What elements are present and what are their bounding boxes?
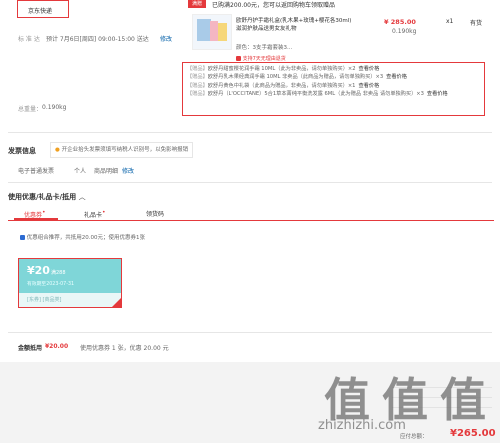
combo-recommend[interactable]: 优惠组合推荐，共抵用20.00元；使用优惠券1张	[20, 233, 145, 241]
invoice-detail: 商品明细	[94, 168, 119, 175]
tab-gift-card[interactable]: 礼品卡•	[84, 209, 106, 219]
view-price-link[interactable]: 查看价格	[386, 74, 407, 80]
delivery-label: 标 准 达	[18, 36, 40, 43]
delivery-time: 预计 7月6日[周四] 09:00-15:00 送达	[46, 36, 149, 43]
gift-item: 【赠品】欧舒丹甜蜜樱花润手霜 10ML（此为非卖品，请勿单独购买）×2 查看价格	[187, 66, 380, 72]
watermark-url: zhizhizhi.com	[318, 418, 406, 433]
view-price-link[interactable]: 查看价格	[427, 91, 448, 97]
coupon-amount: ¥20	[27, 264, 50, 277]
shield-icon	[236, 56, 241, 61]
invoice-tip: ● 开企业抬头发票须填写纳税人识别号，以免影响报销	[50, 142, 194, 158]
gift-item: 【赠品】欧舒丹乳木果经典润手霜 10ML 非卖品（此商品为赠品，请勿单独购买）×…	[187, 74, 407, 81]
coupon-condition: 满288	[51, 270, 66, 276]
payable-amount: ¥265.00	[450, 428, 496, 439]
delivery-edit-link[interactable]: 修改	[160, 34, 172, 43]
invoice-title: 发票信息	[8, 147, 36, 155]
discount-summary-detail: 使用优惠券 1 张，优惠 20.00 元	[80, 345, 169, 352]
invoice-edit-link[interactable]: 修改	[122, 166, 134, 175]
discount-summary-amount: ¥20.00	[45, 343, 69, 350]
promo-badge: 满赠	[188, 0, 207, 8]
coupon-card[interactable]: ¥20 满288 有效期至2023-07-31 [东券] [商品类]	[18, 258, 122, 308]
shipping-method-box[interactable]: 京东快递	[17, 0, 69, 18]
weight-value: 0.190kg	[42, 104, 67, 111]
product-price: ¥ 285.00	[384, 18, 416, 26]
gifts-box: 【赠品】欧舒丹甜蜜樱花润手霜 10ML（此为非卖品，请勿单独购买）×2 查看价格 …	[182, 62, 485, 116]
coupon-tags: [东券] [商品类]	[19, 293, 121, 307]
discount-summary-label: 金额抵用	[18, 345, 43, 352]
product-image[interactable]	[192, 14, 232, 50]
shipping-method: 京东快递	[28, 8, 53, 15]
coupon-validity: 有效期至2023-07-31	[27, 282, 75, 287]
tab-redeem-code[interactable]: 领货码	[146, 209, 164, 218]
product-weight: 0.190kg	[392, 28, 417, 35]
invoice-type: 电子普通发票	[18, 168, 55, 175]
view-price-link[interactable]: 查看价格	[359, 66, 380, 72]
product-qty: x1	[446, 18, 454, 25]
divider	[8, 182, 492, 183]
tab-divider	[8, 220, 494, 221]
view-price-link[interactable]: 查看价格	[358, 83, 379, 89]
checkbox-checked-icon[interactable]	[20, 235, 25, 240]
product-service: 支持7天无理由退货	[236, 55, 286, 62]
product-color: 颜色：3支手霜套装3...	[236, 45, 293, 51]
lightbulb-icon: ●	[55, 147, 60, 153]
chevron-up-icon: ︿	[78, 193, 86, 201]
divider	[8, 332, 492, 333]
invoice-person: 个人	[74, 168, 87, 175]
payable-label: 应付总额：	[400, 434, 428, 440]
selected-corner-icon	[112, 298, 121, 307]
product-name[interactable]: 欧舒丹护手霜礼盒(乳木果+玫瑰+樱花各30ml) 滋润护肤品送男女友礼物	[236, 17, 356, 33]
product-stock: 有货	[470, 20, 483, 27]
gift-item: 【赠品】欧舒丹（L'OCCITANE）5合1草本菁纯平衡洗发露 6ML（此为赠品…	[187, 91, 448, 98]
promo-text: 已购满200.00元，您可以返回购物车领取赠品	[212, 2, 335, 9]
discount-title[interactable]: 使用优惠/礼品卡/抵用 ︿	[8, 192, 86, 202]
tab-active-indicator	[14, 218, 58, 221]
divider	[8, 132, 492, 133]
gift-item: 【赠品】欧舒丹黄色中礼袋（此商品为赠品，非卖品，请勿单独购买）×1 查看价格	[187, 82, 380, 89]
weight-label: 总重量：	[18, 106, 43, 113]
